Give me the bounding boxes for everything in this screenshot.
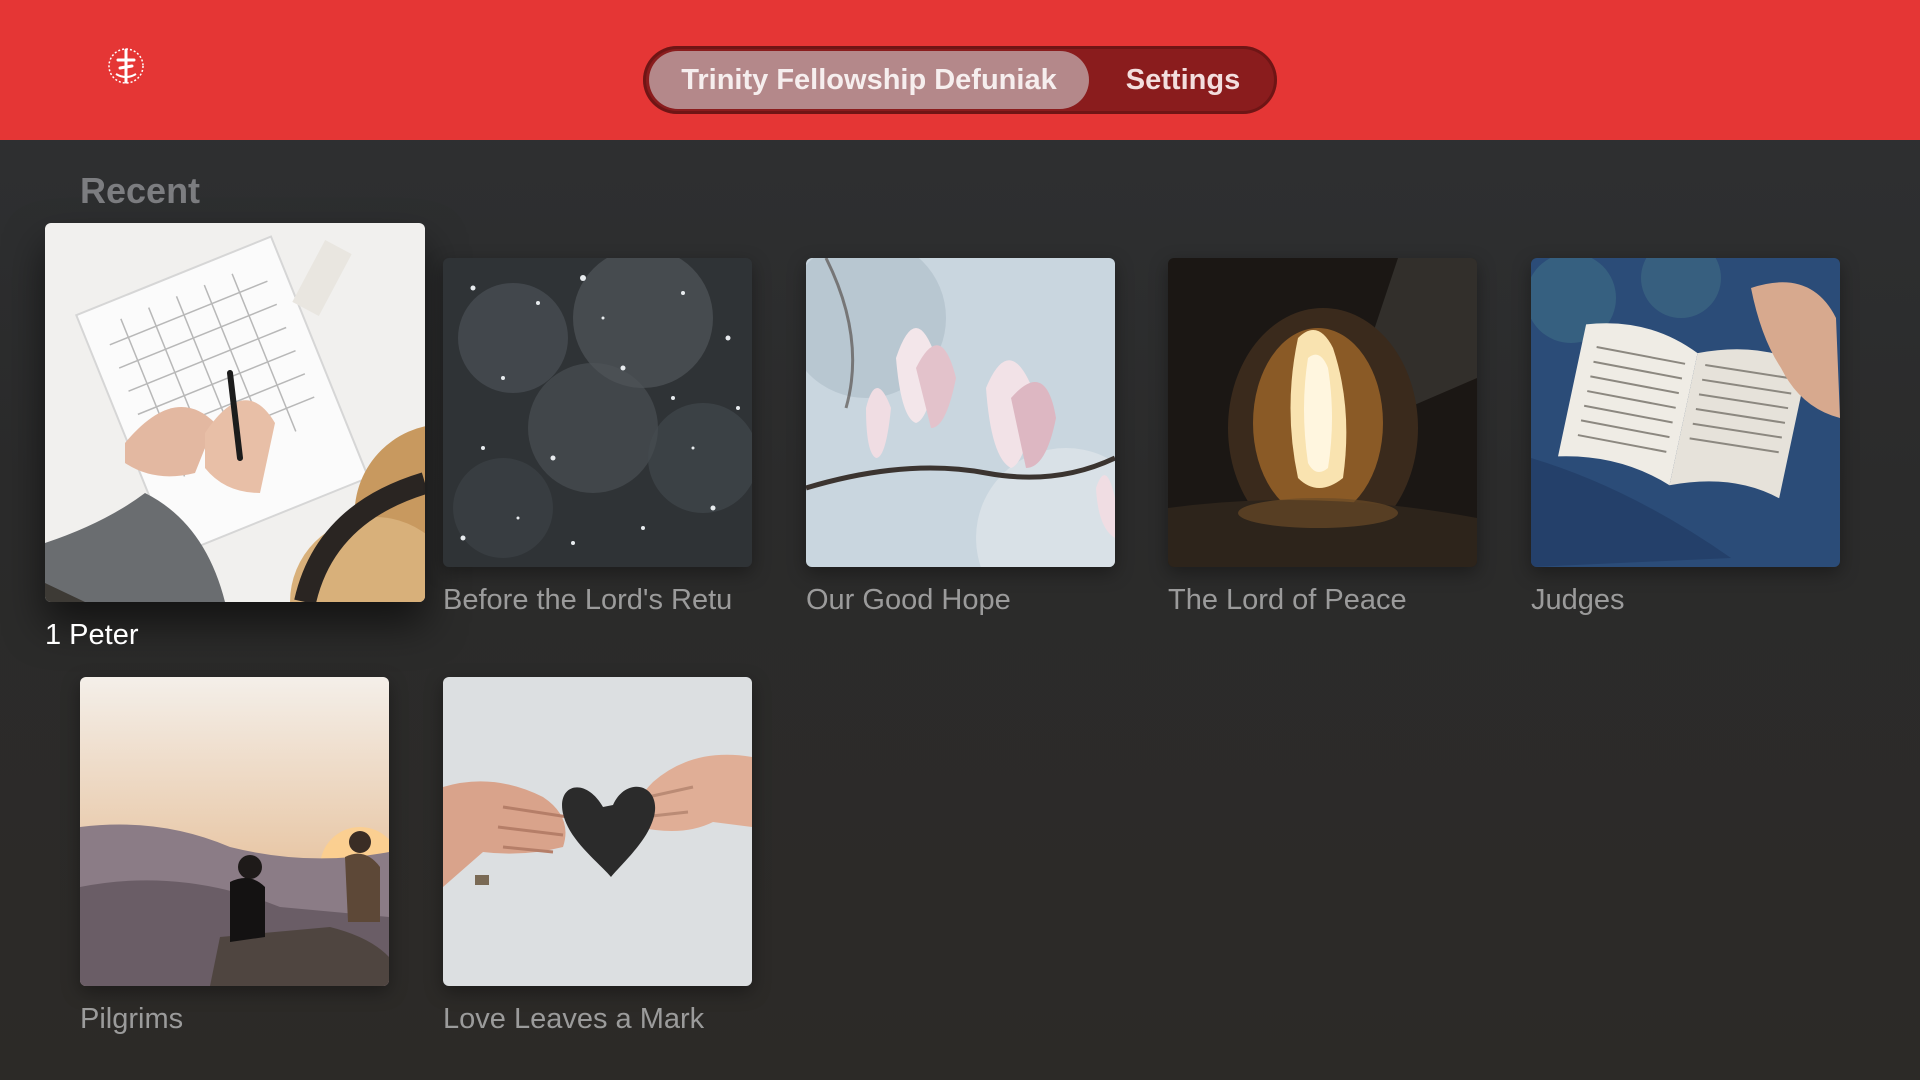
trinity-fellowship-logo-icon xyxy=(104,44,148,88)
media-tile[interactable]: Judges xyxy=(1531,258,1840,628)
media-tile-title: Judges xyxy=(1531,584,1625,616)
media-tile[interactable]: Our Good Hope xyxy=(806,258,1115,628)
thumbnail-empty-tomb-light xyxy=(1168,258,1477,567)
tab-bar: Trinity Fellowship Defuniak Settings xyxy=(643,46,1277,114)
media-tile[interactable]: The Lord of Peace xyxy=(1168,258,1477,628)
thumbnail-planner-notebook xyxy=(45,223,425,602)
media-tile[interactable]: Pilgrims xyxy=(80,677,389,1047)
top-navigation-bar: Trinity Fellowship Defuniak Settings xyxy=(0,0,1920,140)
media-tile-title: Pilgrims xyxy=(80,1003,184,1035)
media-tile-title: The Lord of Peace xyxy=(1168,584,1407,616)
thumbnail-hands-paper-heart xyxy=(443,677,752,986)
thumbnail-people-mountain-sunset xyxy=(80,677,389,986)
thumbnail-magnolia-blossoms xyxy=(806,258,1115,567)
thumbnail-falling-snow xyxy=(443,258,752,567)
media-tile-title: Our Good Hope xyxy=(806,584,1011,616)
section-title-recent: Recent xyxy=(80,170,201,211)
media-tile[interactable]: Love Leaves a Mark xyxy=(443,677,752,1047)
media-tile[interactable]: 1 Peter xyxy=(45,223,425,663)
media-tile[interactable]: Before the Lord's Retu xyxy=(443,258,752,628)
media-tile-title: 1 Peter xyxy=(45,619,139,651)
tab-trinity-fellowship-defuniak[interactable]: Trinity Fellowship Defuniak xyxy=(649,51,1089,109)
media-tile-title: Love Leaves a Mark xyxy=(443,1003,705,1035)
media-tile-title: Before the Lord's Retu xyxy=(443,584,733,616)
thumbnail-open-bible-hand xyxy=(1531,258,1840,567)
tab-settings[interactable]: Settings xyxy=(1103,51,1263,109)
